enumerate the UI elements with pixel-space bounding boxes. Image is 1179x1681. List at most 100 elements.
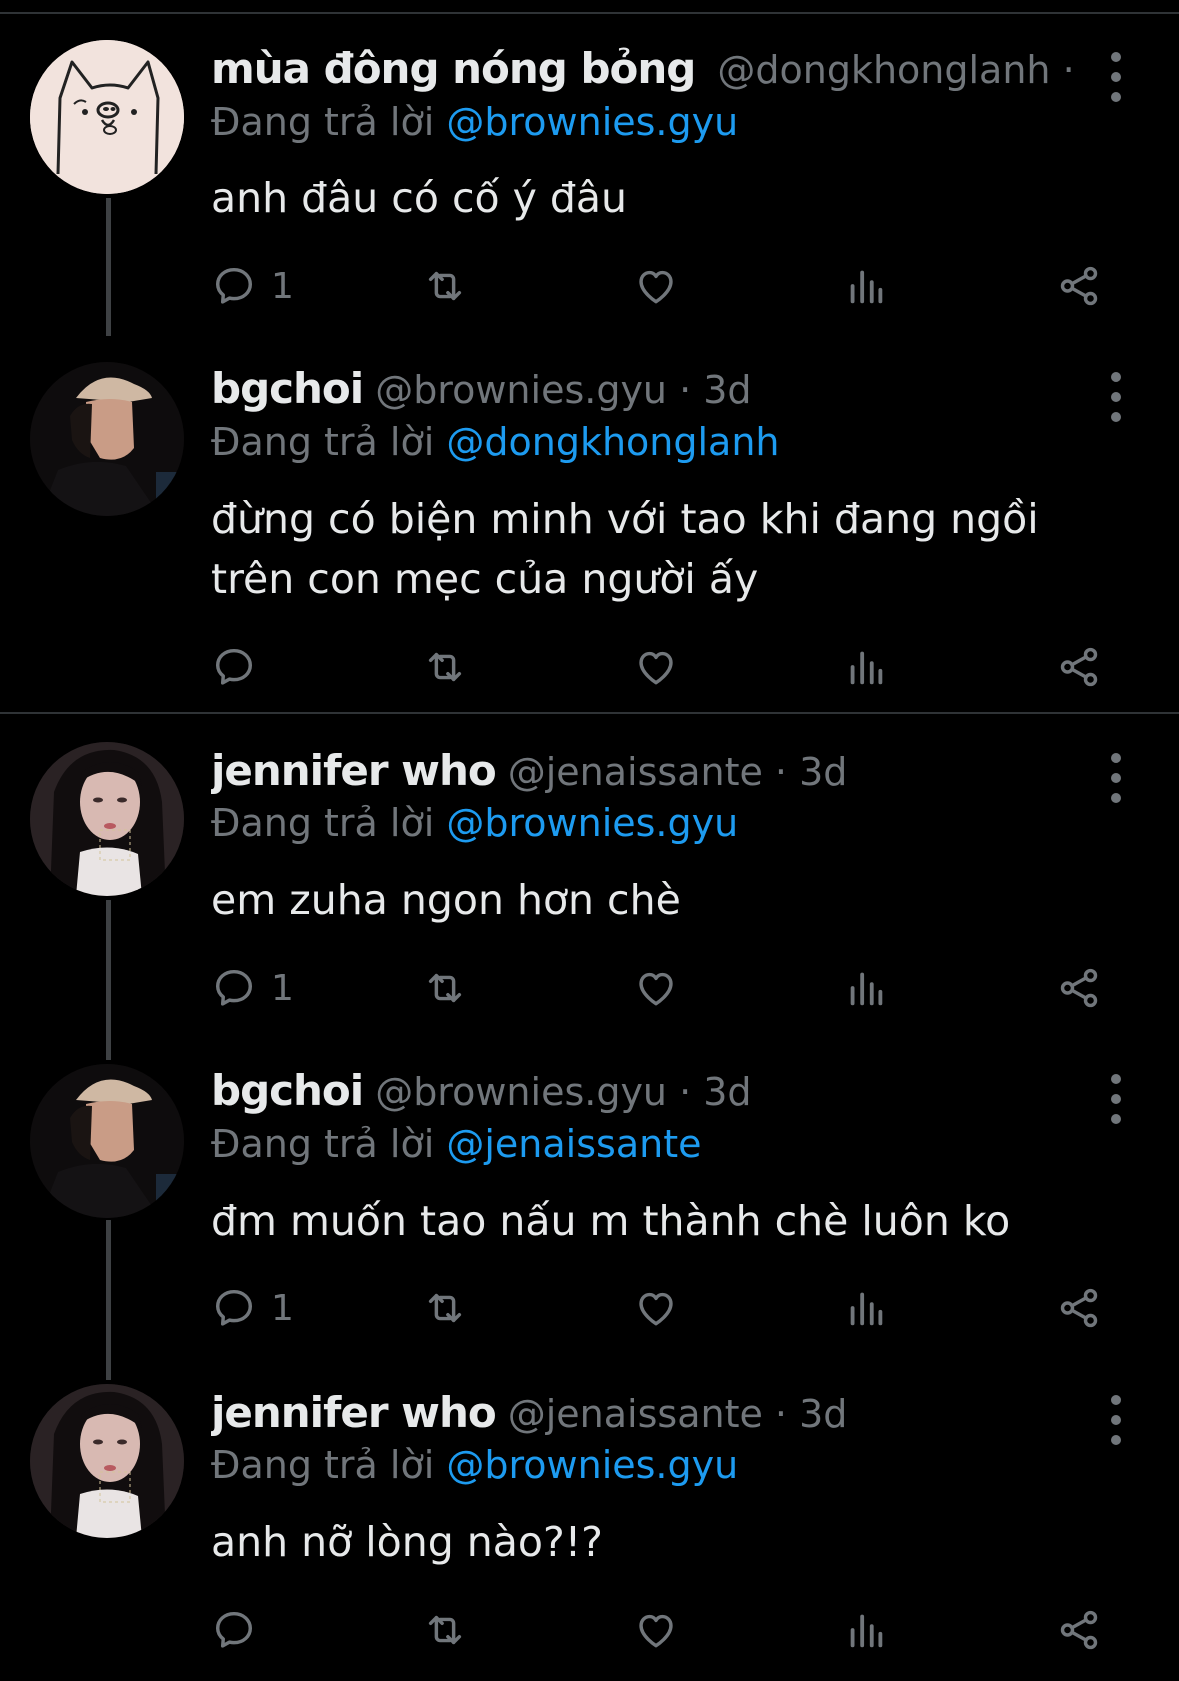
woman-portrait-avatar: [30, 742, 184, 896]
tweet-text: đừng có biện minh với tao khi đang ngồi …: [211, 495, 1039, 603]
more-icon[interactable]: [1107, 52, 1125, 102]
cat-doodle-avatar: [30, 40, 184, 194]
views-button[interactable]: [843, 958, 889, 1018]
share-button[interactable]: [1056, 1600, 1102, 1660]
retweet-icon: [422, 644, 468, 690]
views-button[interactable]: [843, 256, 889, 316]
handle-and-time[interactable]: @brownies.gyu · 3d: [375, 1070, 751, 1114]
retweet-icon: [422, 263, 468, 309]
more-icon[interactable]: [1107, 1395, 1125, 1445]
retweet-button[interactable]: [422, 1278, 468, 1338]
handle-and-time[interactable]: @dongkhonglanh · ...: [717, 48, 1079, 92]
retweet-button[interactable]: [422, 958, 468, 1018]
like-button[interactable]: [633, 958, 679, 1018]
thread-connector-line: [106, 198, 111, 336]
reply-icon: [211, 1285, 257, 1331]
action-bar: [211, 637, 1111, 697]
reply-count: 1: [271, 1287, 294, 1329]
share-icon: [1056, 1607, 1102, 1653]
display-name[interactable]: bgchoi: [211, 1066, 364, 1115]
display-name[interactable]: jennifer who: [211, 746, 497, 795]
tweet-text: anh đâu có cố ý đâu: [211, 174, 628, 222]
retweet-button[interactable]: [422, 637, 468, 697]
mention-link[interactable]: @brownies.gyu: [446, 100, 738, 144]
reply-icon: [211, 263, 257, 309]
tweet-header: bgchoi @brownies.gyu · 3d: [211, 364, 1079, 418]
action-bar: [211, 1600, 1111, 1660]
like-button[interactable]: [633, 1278, 679, 1338]
like-icon: [633, 965, 679, 1011]
replying-to-line: Đang trả lời @brownies.gyu: [211, 100, 738, 144]
share-button[interactable]: [1056, 637, 1102, 697]
replying-to-line: Đang trả lời @jenaissante: [211, 1122, 701, 1166]
replying-prefix: Đang trả lời: [211, 1122, 435, 1166]
retweet-button[interactable]: [422, 256, 468, 316]
display-name[interactable]: jennifer who: [211, 1388, 497, 1437]
like-button[interactable]: [633, 637, 679, 697]
avatar[interactable]: [30, 1064, 184, 1218]
reply-count: 1: [271, 265, 294, 307]
like-button[interactable]: [633, 1600, 679, 1660]
share-icon: [1056, 644, 1102, 690]
retweet-icon: [422, 1285, 468, 1331]
more-icon[interactable]: [1107, 1074, 1125, 1124]
tweet-text: em zuha ngon hơn chè: [211, 876, 681, 924]
handle-and-time[interactable]: @brownies.gyu · 3d: [375, 368, 751, 412]
retweet-icon: [422, 965, 468, 1011]
like-icon: [633, 263, 679, 309]
handle-and-time[interactable]: @jenaissante · 3d: [508, 750, 848, 794]
display-name[interactable]: mùa đông nóng bỏng: [211, 44, 696, 93]
retweet-button[interactable]: [422, 1600, 468, 1660]
woman-portrait-avatar: [30, 1384, 184, 1538]
reply-icon: [211, 965, 257, 1011]
like-icon: [633, 1285, 679, 1331]
views-icon: [843, 1285, 889, 1331]
share-button[interactable]: [1056, 256, 1102, 316]
mention-link[interactable]: @jenaissante: [446, 1122, 701, 1166]
reply-button[interactable]: 1: [211, 256, 294, 316]
replying-to-line: Đang trả lời @brownies.gyu: [211, 1443, 738, 1487]
mention-link[interactable]: @brownies.gyu: [446, 801, 738, 845]
reply-button[interactable]: 1: [211, 1278, 294, 1338]
tweet-header: jennifer who @jenaissante · 3d: [211, 1388, 1079, 1442]
reply-icon: [211, 1607, 257, 1653]
reply-thread-feed: mùa đông nóng bỏng @dongkhonglanh · ... …: [0, 0, 1179, 1681]
replying-prefix: Đang trả lời: [211, 100, 435, 144]
like-icon: [633, 644, 679, 690]
like-button[interactable]: [633, 256, 679, 316]
share-button[interactable]: [1056, 1278, 1102, 1338]
reply-button[interactable]: [211, 637, 271, 697]
like-icon: [633, 1607, 679, 1653]
avatar[interactable]: [30, 742, 184, 896]
views-button[interactable]: [843, 1600, 889, 1660]
share-icon: [1056, 1285, 1102, 1331]
action-bar: 1: [211, 1278, 1111, 1338]
retweet-icon: [422, 1607, 468, 1653]
reply-icon: [211, 644, 257, 690]
reply-count: 1: [271, 967, 294, 1009]
divider: [0, 712, 1179, 714]
tweet-text: anh nỡ lòng nào?!?: [211, 1518, 603, 1566]
replying-to-line: Đang trả lời @brownies.gyu: [211, 801, 738, 845]
views-button[interactable]: [843, 1278, 889, 1338]
more-icon[interactable]: [1107, 753, 1125, 803]
display-name[interactable]: bgchoi: [211, 364, 364, 413]
replying-prefix: Đang trả lời: [211, 420, 435, 464]
avatar[interactable]: [30, 362, 184, 516]
reply-button[interactable]: 1: [211, 958, 294, 1018]
replying-prefix: Đang trả lời: [211, 801, 435, 845]
mention-link[interactable]: @brownies.gyu: [446, 1443, 738, 1487]
thread-connector-line: [106, 1220, 111, 1380]
tweet-header: mùa đông nóng bỏng @dongkhonglanh · ...: [211, 44, 1079, 98]
replying-prefix: Đang trả lời: [211, 1443, 435, 1487]
handle-and-time[interactable]: @jenaissante · 3d: [508, 1392, 848, 1436]
share-button[interactable]: [1056, 958, 1102, 1018]
more-icon[interactable]: [1107, 372, 1125, 422]
avatar[interactable]: [30, 40, 184, 194]
reply-button[interactable]: [211, 1600, 271, 1660]
avatar[interactable]: [30, 1384, 184, 1538]
views-icon: [843, 965, 889, 1011]
share-icon: [1056, 263, 1102, 309]
views-button[interactable]: [843, 637, 889, 697]
mention-link[interactable]: @dongkhonglanh: [446, 420, 779, 464]
